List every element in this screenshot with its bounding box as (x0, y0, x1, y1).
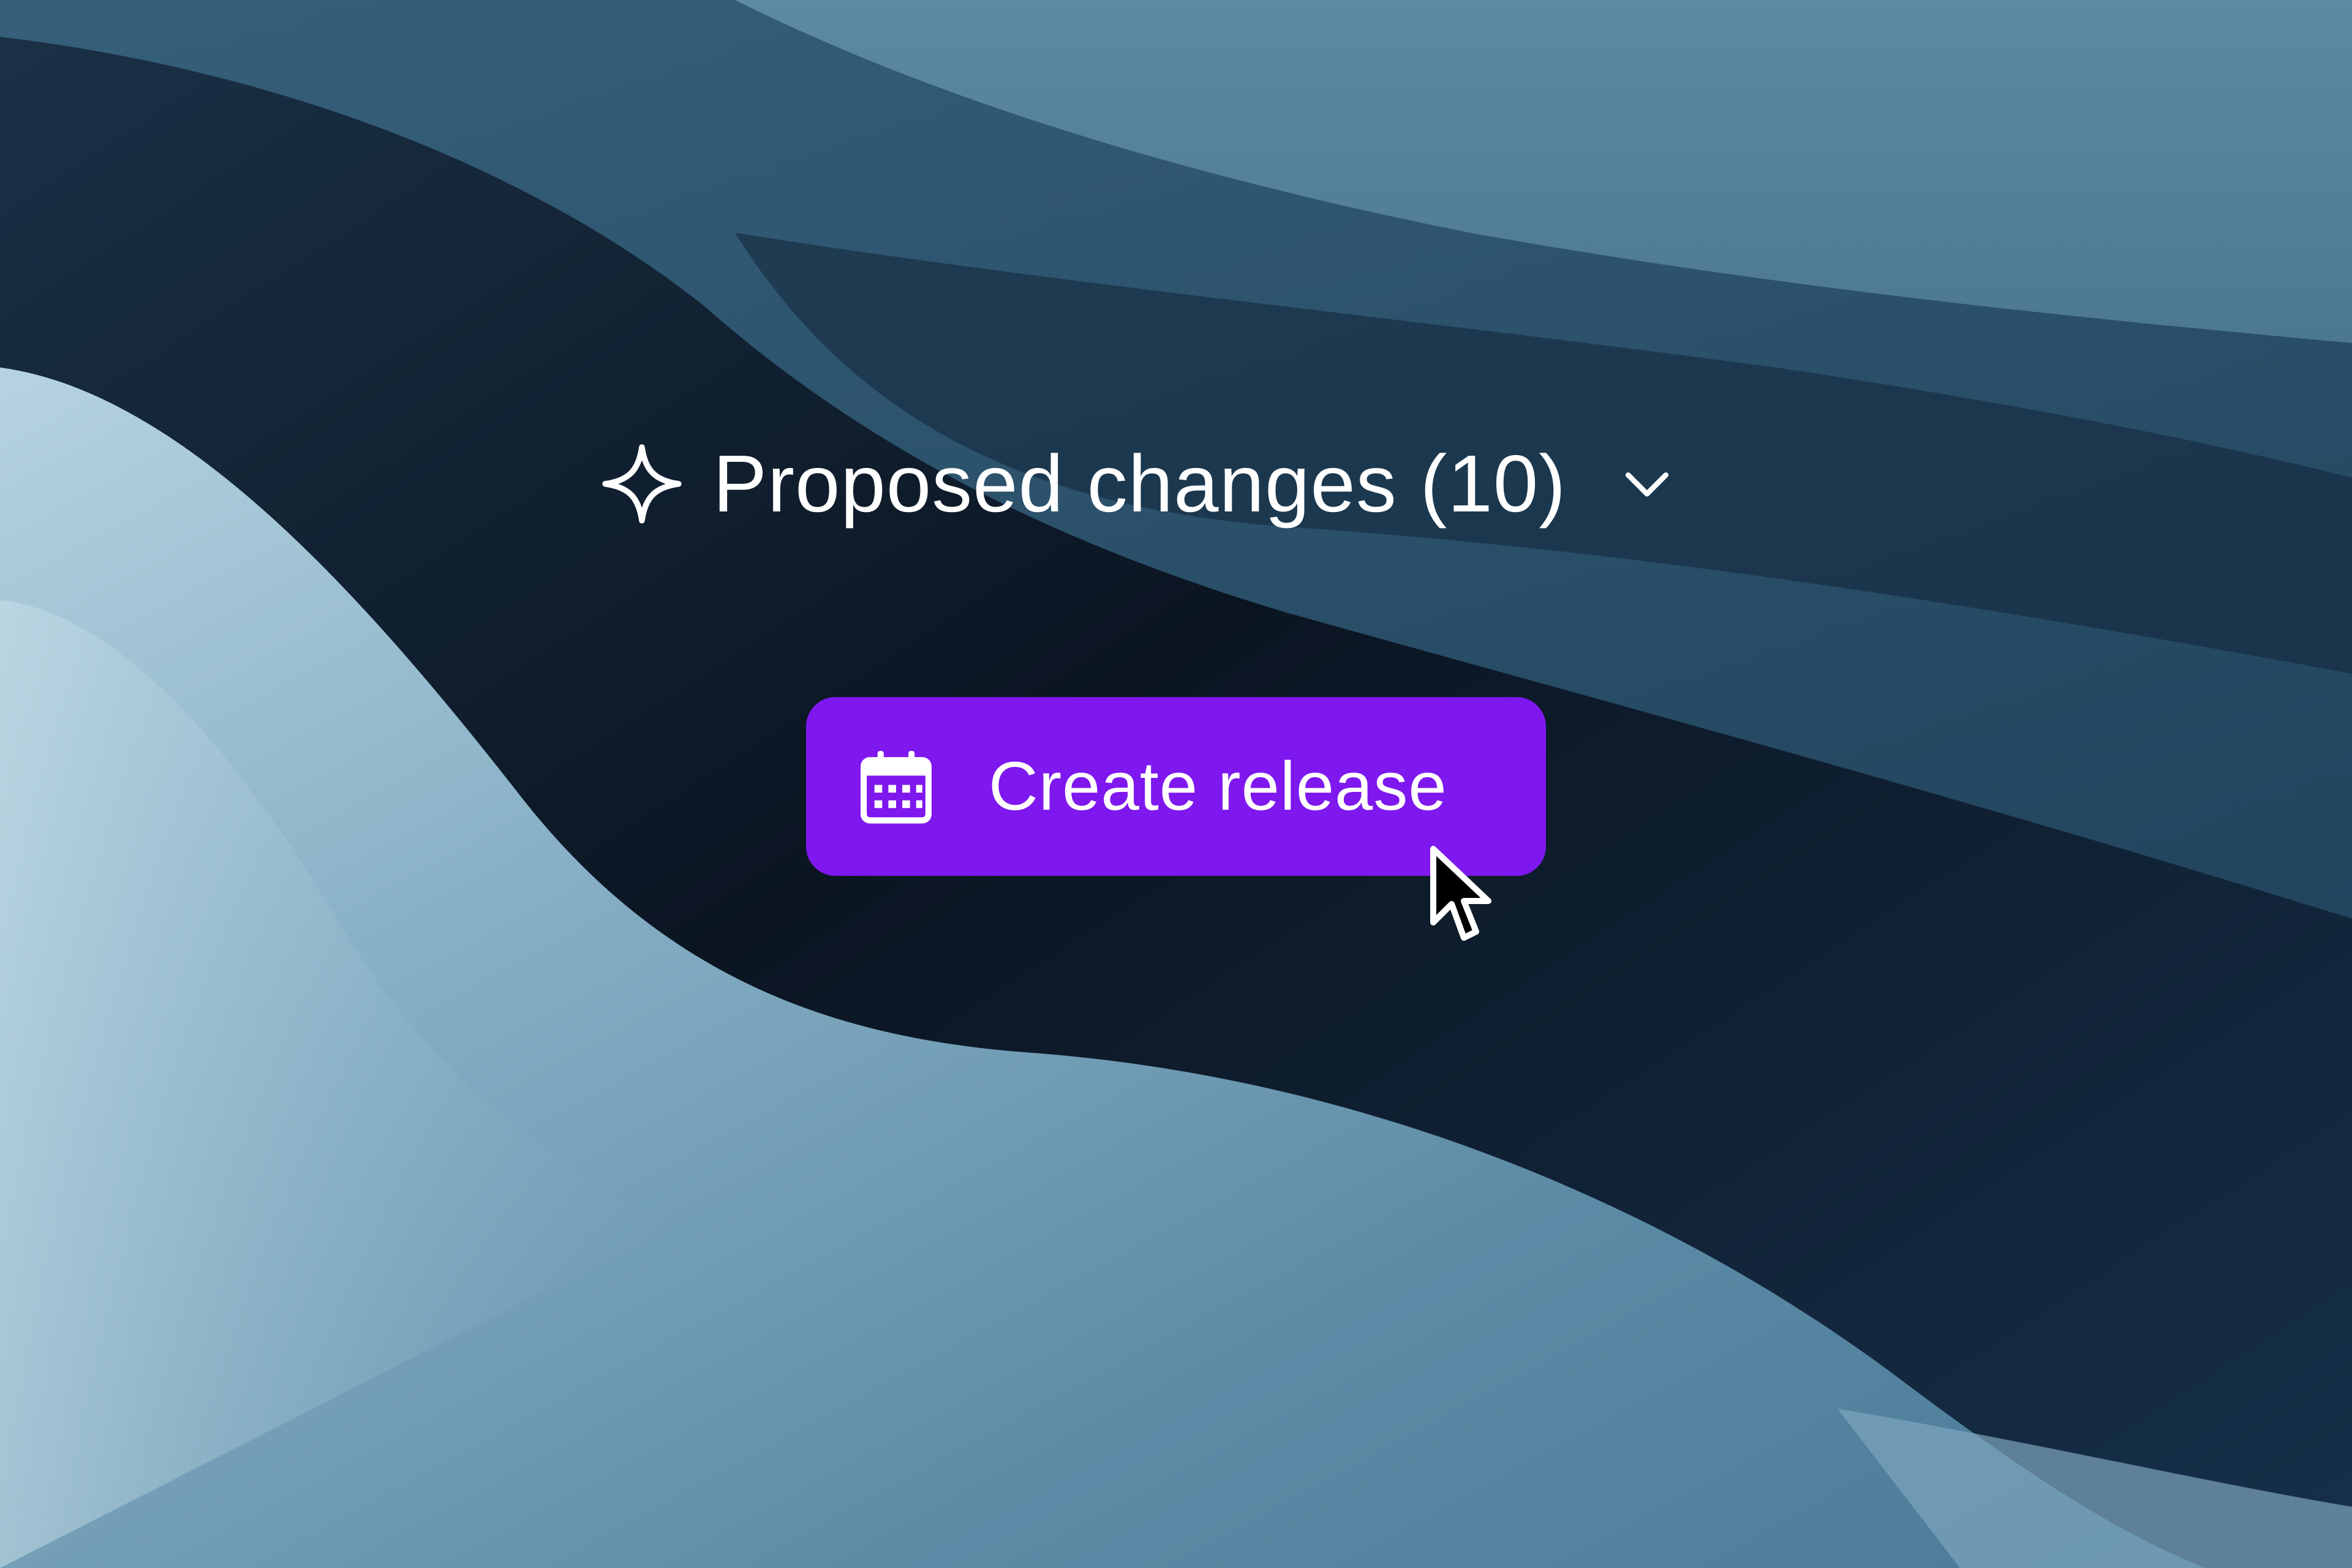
create-release-label: Create release (989, 748, 1447, 824)
sparkle-icon (600, 442, 684, 526)
proposed-changes-label: Proposed changes (10) (713, 439, 1567, 529)
chevron-down-icon[interactable] (1618, 454, 1676, 513)
create-release-button[interactable]: Create release (806, 697, 1546, 876)
desktop: Proposed changes (10) Create release (0, 0, 2352, 1568)
proposed-changes-toggle[interactable]: Proposed changes (10) (600, 429, 1676, 539)
calendar-icon (858, 748, 935, 825)
